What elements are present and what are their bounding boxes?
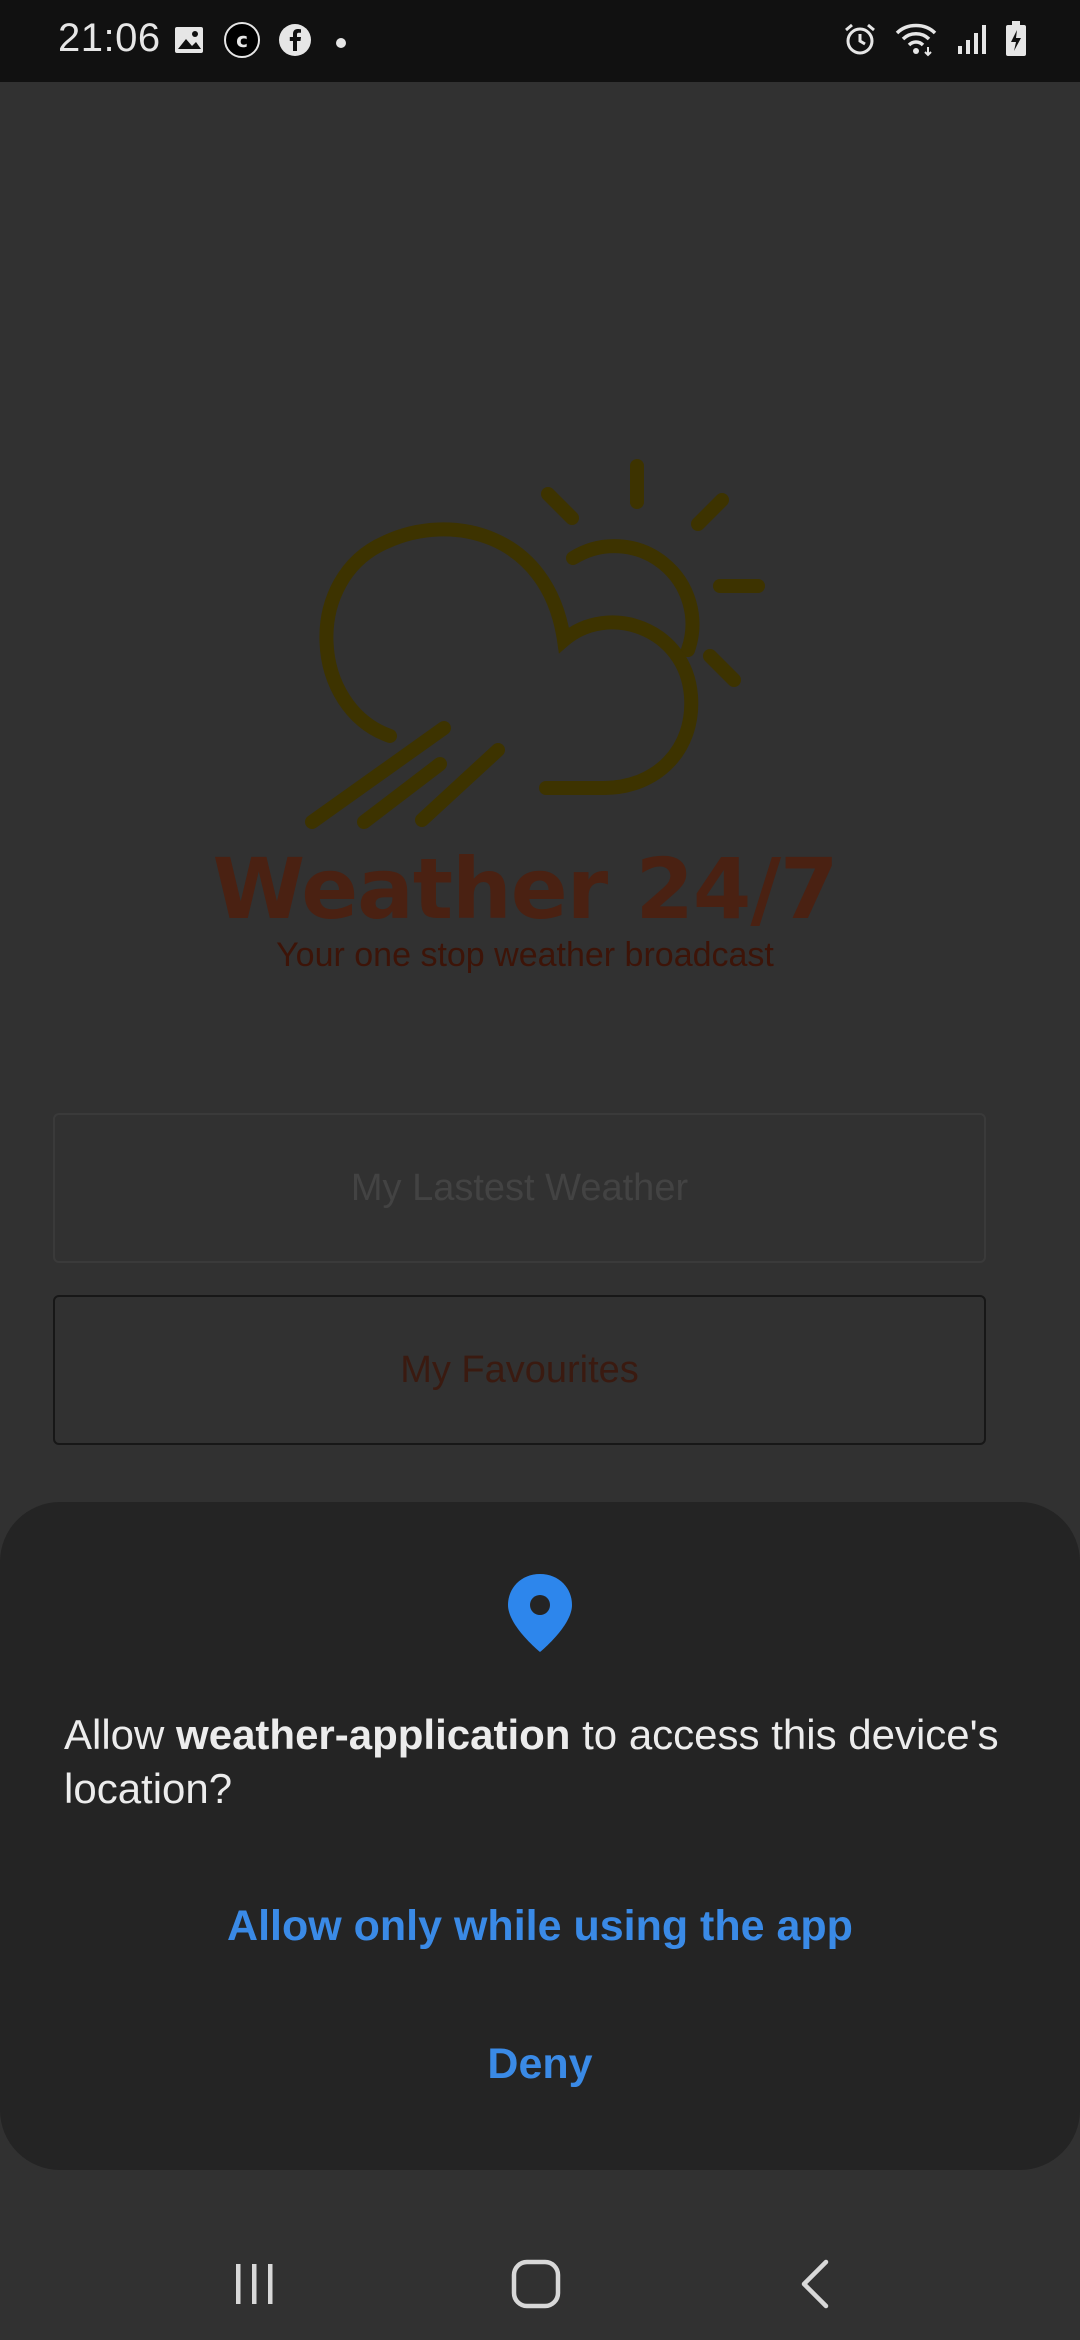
app-title: Weather 24/7 <box>212 840 839 938</box>
deny-button[interactable]: Deny <box>0 2040 1080 2089</box>
status-time: 21:06 <box>58 16 161 60</box>
back-icon[interactable] <box>790 2256 846 2317</box>
signal-icon <box>954 22 988 61</box>
facebook-icon <box>278 23 312 62</box>
app-logo: Weather 24/7 Your one stop weather broad… <box>0 450 1080 990</box>
status-bar: 21:06 c <box>0 0 1080 82</box>
wifi-icon <box>894 21 938 62</box>
status-system-icons <box>842 20 1028 63</box>
home-icon[interactable] <box>508 2256 564 2317</box>
location-permission-dialog: Allow weather-application to access this… <box>0 1502 1080 2170</box>
gallery-icon <box>172 23 206 62</box>
my-favourites-button[interactable]: My Favourites <box>53 1295 986 1445</box>
allow-while-using-button[interactable]: Allow only while using the app <box>0 1902 1080 1951</box>
navigation-bar <box>0 2220 1080 2340</box>
weather-logo-icon <box>305 459 765 829</box>
dot-icon <box>336 37 346 48</box>
app-c-icon: c <box>224 22 260 63</box>
status-notification-icons: c <box>172 22 346 63</box>
alarm-icon <box>842 21 878 62</box>
permission-message-prefix: Allow <box>64 1711 177 1758</box>
battery-charging-icon <box>1004 20 1028 63</box>
recent-apps-icon[interactable] <box>228 2256 284 2317</box>
location-pin-icon <box>505 1572 575 1659</box>
permission-message: Allow weather-application to access this… <box>64 1708 1024 1816</box>
app-tagline: Your one stop weather broadcast <box>276 936 774 974</box>
svg-text:c: c <box>236 28 248 52</box>
my-latest-weather-button[interactable]: My Lastest Weather <box>53 1113 986 1263</box>
permission-app-name: weather-application <box>176 1711 571 1758</box>
